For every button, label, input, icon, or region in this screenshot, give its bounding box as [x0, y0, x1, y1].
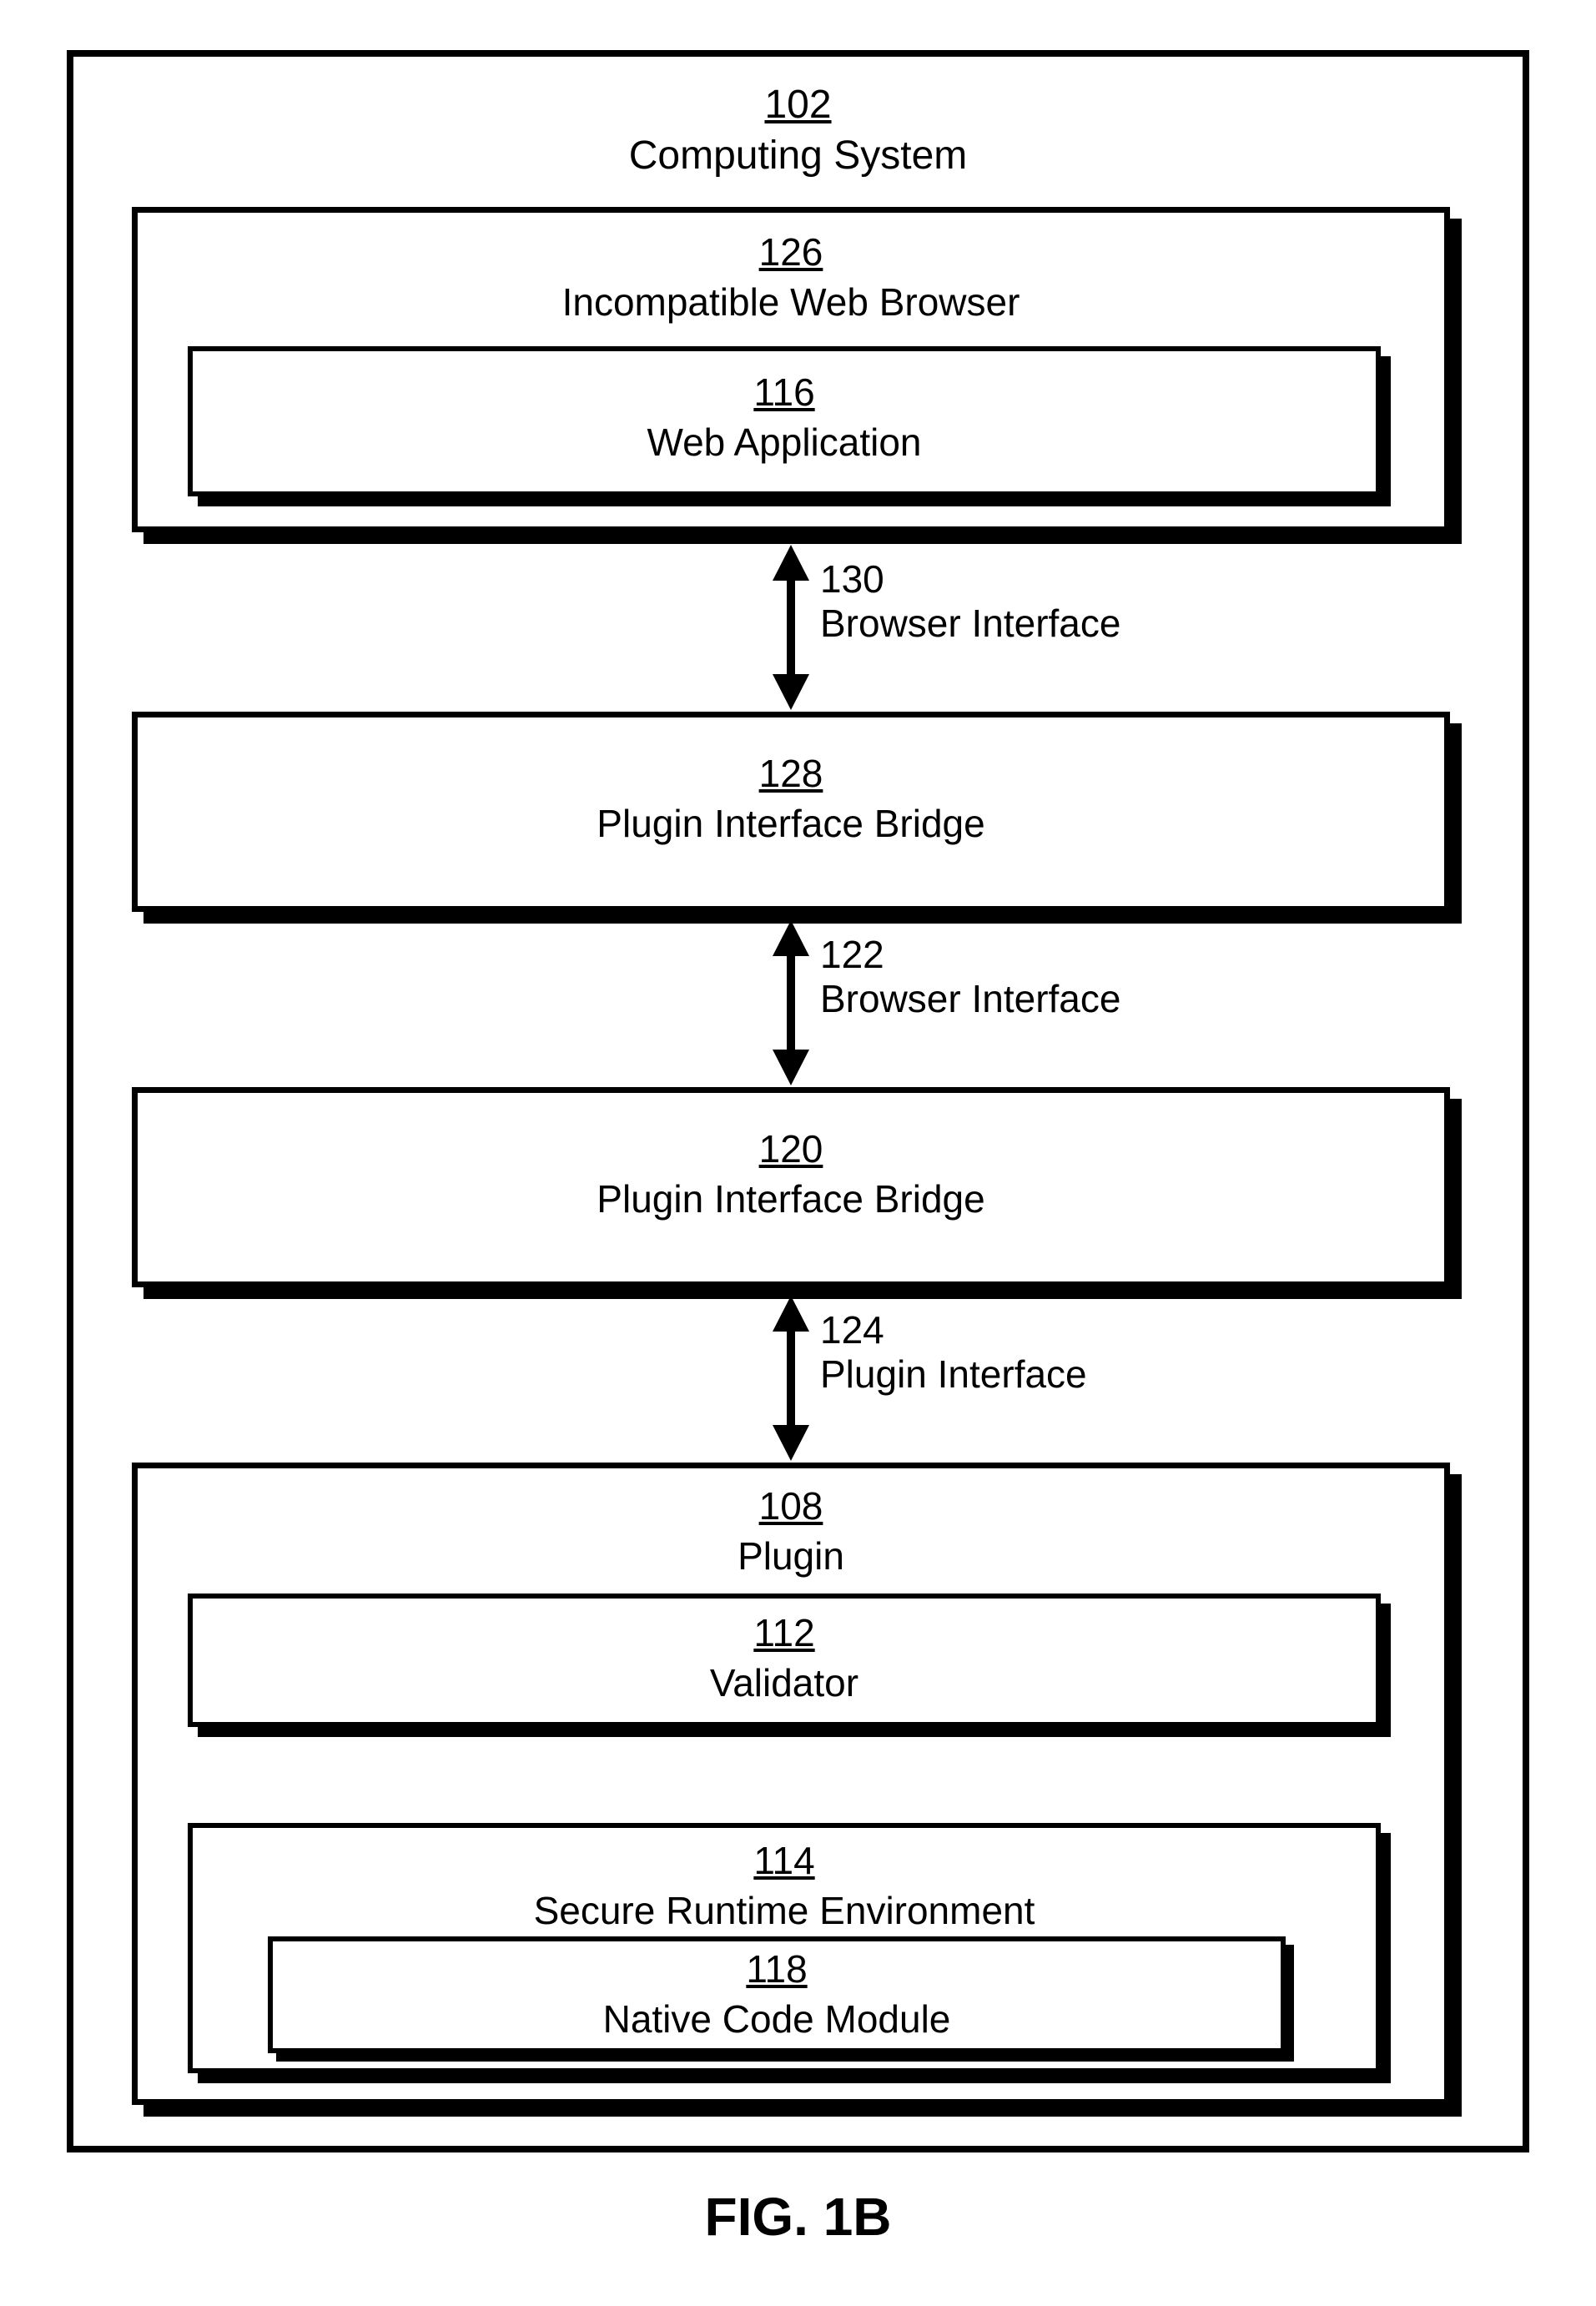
plugin-label: Plugin [138, 1533, 1444, 1578]
interface-130-num: 130 [820, 557, 884, 601]
bridge-120-label: Plugin Interface Bridge [138, 1176, 1444, 1221]
sre-label: Secure Runtime Environment [193, 1888, 1376, 1933]
diagram-canvas: 102 Computing System 126 Incompatible We… [0, 0, 1596, 2306]
interface-130-text: Browser Interface [820, 602, 1120, 645]
validator-num: 112 [193, 1610, 1376, 1655]
interface-130-label: 130 Browser Interface [820, 557, 1120, 646]
interface-122-text: Browser Interface [820, 977, 1120, 1020]
bridge-120-header: 120 Plugin Interface Bridge [138, 1126, 1444, 1221]
sre-box: 114 Secure Runtime Environment 118 Nativ… [188, 1823, 1381, 2073]
validator-box: 112 Validator [188, 1594, 1381, 1727]
bridge-128-num: 128 [138, 751, 1444, 796]
bridge-128-header: 128 Plugin Interface Bridge [138, 751, 1444, 846]
validator-label: Validator [193, 1660, 1376, 1705]
sre-header: 114 Secure Runtime Environment [193, 1838, 1376, 1933]
interface-124-num: 124 [820, 1308, 884, 1352]
ncm-box: 118 Native Code Module [268, 1936, 1286, 2053]
ncm-header: 118 Native Code Module [273, 1946, 1281, 2042]
figure-caption: FIG. 1B [0, 2186, 1596, 2248]
interface-124-text: Plugin Interface [820, 1352, 1087, 1396]
bridge-128-box: 128 Plugin Interface Bridge [132, 712, 1450, 912]
computing-system-box: 102 Computing System 126 Incompatible We… [67, 50, 1529, 2152]
interface-124-label: 124 Plugin Interface [820, 1308, 1087, 1397]
plugin-num: 108 [138, 1483, 1444, 1528]
bridge-128-label: Plugin Interface Bridge [138, 801, 1444, 846]
interface-122-label: 122 Browser Interface [820, 933, 1120, 1021]
plugin-header: 108 Plugin [138, 1483, 1444, 1578]
bridge-120-num: 120 [138, 1126, 1444, 1171]
plugin-box: 108 Plugin 112 Validator 114 Secure Runt… [132, 1463, 1450, 2105]
sre-num: 114 [193, 1838, 1376, 1883]
ncm-label: Native Code Module [273, 1996, 1281, 2042]
validator-header: 112 Validator [193, 1610, 1376, 1705]
ncm-num: 118 [273, 1946, 1281, 1991]
bridge-120-box: 120 Plugin Interface Bridge [132, 1087, 1450, 1287]
interface-122-num: 122 [820, 933, 884, 976]
